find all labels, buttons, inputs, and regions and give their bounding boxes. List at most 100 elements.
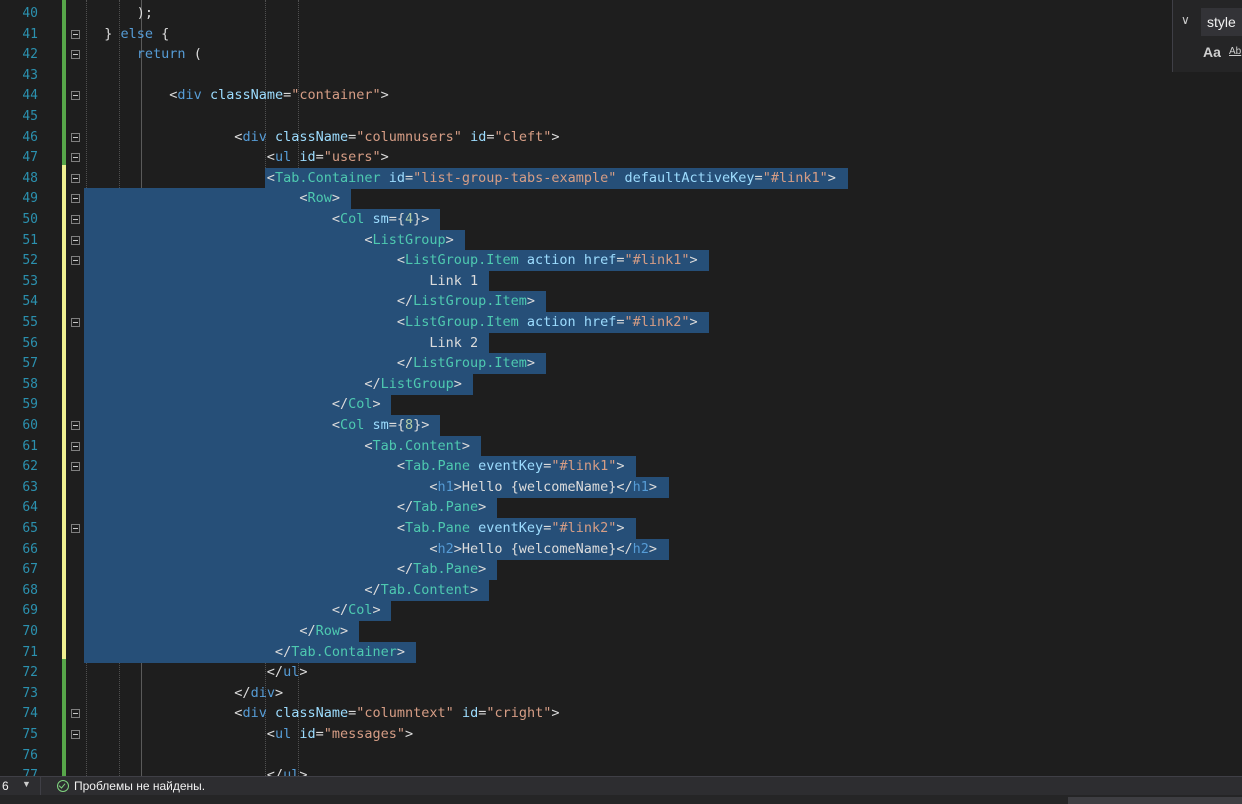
- fold-minus-icon[interactable]: [71, 524, 80, 533]
- zoom-level[interactable]: 6: [2, 779, 9, 793]
- code-token: <: [88, 190, 308, 207]
- fold-minus-icon[interactable]: [71, 462, 80, 472]
- code-token: <: [88, 87, 178, 104]
- code-token: </: [88, 684, 251, 701]
- code-token: ul: [274, 149, 292, 166]
- code-line[interactable]: </Tab.Pane>: [88, 497, 486, 518]
- code-line[interactable]: <Tab.Pane eventKey="#link1">: [88, 456, 625, 477]
- code-token: >: [339, 623, 349, 639]
- fold-minus-icon[interactable]: [71, 709, 80, 719]
- fold-minus-icon[interactable]: [71, 318, 80, 327]
- code-line[interactable]: </Col>: [88, 600, 381, 621]
- line-number: 52: [22, 253, 38, 269]
- code-line[interactable]: Link 2: [88, 333, 478, 354]
- code-token: >: [478, 499, 487, 516]
- code-token: <: [88, 458, 405, 475]
- code-line[interactable]: <Col sm={8}>: [88, 415, 430, 436]
- code-line[interactable]: <Tab.Pane eventKey="#link2">: [88, 518, 625, 539]
- code-line[interactable]: </Tab.Content>: [88, 580, 478, 601]
- code-token: href: [583, 314, 617, 330]
- code-token: action: [526, 252, 576, 269]
- code-line[interactable]: <h2>Hello {welcomeName}</h2>: [88, 539, 657, 560]
- code-line[interactable]: Link 1: [88, 271, 478, 292]
- code-token: "cleft": [494, 128, 552, 145]
- code-line[interactable]: </Col>: [88, 394, 381, 415]
- code-token: h1: [632, 478, 649, 495]
- code-token: Tab.Pane: [413, 561, 479, 578]
- code-line[interactable]: <ListGroup.Item action href="#link2">: [88, 312, 698, 333]
- code-token: ListGroup.Item: [413, 355, 527, 372]
- code-line[interactable]: </ListGroup>: [88, 374, 462, 395]
- code-area[interactable]: ); } else { return ( <div className="con…: [84, 0, 1242, 776]
- code-token: >: [551, 128, 560, 145]
- code-line[interactable]: <Tab.Container id="list-group-tabs-examp…: [88, 168, 836, 189]
- code-token: div: [242, 128, 267, 145]
- chevron-down-icon[interactable]: ∨: [1181, 13, 1190, 27]
- code-line[interactable]: <Row>: [88, 188, 340, 209]
- code-line[interactable]: } else {: [88, 24, 169, 45]
- horizontal-scrollbar-track: [0, 795, 1242, 804]
- code-line[interactable]: <ListGroup>: [88, 230, 453, 251]
- fold-minus-icon[interactable]: [71, 153, 80, 163]
- code-token: =: [754, 169, 763, 186]
- code-token: 4: [405, 211, 414, 227]
- fold-minus-icon[interactable]: [71, 215, 80, 224]
- code-token: >: [299, 664, 308, 681]
- horizontal-scrollbar-thumb[interactable]: [1068, 797, 1242, 804]
- status-message[interactable]: Проблемы не найдены.: [74, 779, 205, 793]
- fold-minus-icon[interactable]: [71, 173, 80, 183]
- code-token: =: [616, 252, 625, 269]
- code-line[interactable]: <div className="columntext" id="cright">: [88, 703, 559, 724]
- fold-minus-icon[interactable]: [71, 421, 80, 430]
- code-token: =: [405, 169, 414, 186]
- whole-word-toggle[interactable]: Ab: [1229, 46, 1242, 60]
- code-line[interactable]: <Tab.Content>: [88, 436, 470, 457]
- zoom-dropdown-icon[interactable]: ▼: [22, 779, 31, 789]
- fold-minus-icon[interactable]: [71, 235, 80, 245]
- code-line[interactable]: <Col sm={4}>: [88, 209, 430, 230]
- code-token: >: [274, 684, 284, 701]
- code-line[interactable]: );: [88, 3, 153, 24]
- code-token: "columnusers": [356, 128, 462, 145]
- code-line[interactable]: </ul>: [88, 765, 308, 776]
- code-token: <: [88, 520, 405, 536]
- fold-minus-icon[interactable]: [71, 256, 80, 266]
- code-line[interactable]: </ListGroup.Item>: [88, 353, 535, 374]
- code-line[interactable]: <h1>Hello {welcomeName}</h1>: [88, 477, 657, 498]
- line-number: 77: [22, 768, 38, 776]
- code-line[interactable]: <div className="container">: [88, 85, 389, 106]
- code-line[interactable]: <ul id="messages">: [88, 724, 413, 745]
- code-line[interactable]: <ul id="users">: [88, 147, 389, 168]
- code-line[interactable]: </Tab.Container>: [88, 642, 405, 663]
- fold-minus-icon[interactable]: [71, 29, 80, 39]
- find-input[interactable]: style: [1201, 8, 1242, 36]
- code-token: <: [88, 437, 373, 454]
- code-line[interactable]: </ul>: [88, 662, 308, 683]
- code-line[interactable]: return (: [88, 44, 202, 65]
- fold-minus-icon[interactable]: [71, 50, 80, 60]
- code-line[interactable]: <div className="columnusers" id="cleft">: [88, 127, 560, 148]
- fold-minus-icon[interactable]: [71, 132, 80, 142]
- match-case-toggle[interactable]: Aa: [1203, 44, 1225, 62]
- fold-minus-icon[interactable]: [71, 194, 80, 204]
- code-token: </: [88, 664, 284, 681]
- code-token: <: [88, 128, 243, 145]
- code-token: >: [380, 149, 389, 166]
- code-line[interactable]: <ListGroup.Item action href="#link1">: [88, 250, 698, 271]
- code-line[interactable]: </div>: [88, 683, 283, 704]
- code-token: h2: [632, 540, 649, 557]
- fold-minus-icon[interactable]: [71, 91, 80, 101]
- code-line[interactable]: </Row>: [88, 621, 348, 642]
- code-token: Tab.Container: [291, 643, 397, 660]
- code-editor[interactable]: 40 41 42 43 44 45 46 47 48 49 50 51 52 53 54 55 56 57 58 59…: [0, 0, 1242, 776]
- code-line[interactable]: </ListGroup.Item>: [88, 291, 535, 312]
- code-line[interactable]: </Tab.Pane>: [88, 559, 486, 580]
- code-token: Tab.Content: [372, 437, 462, 454]
- fold-minus-icon[interactable]: [71, 730, 80, 739]
- fold-minus-icon[interactable]: [71, 441, 80, 451]
